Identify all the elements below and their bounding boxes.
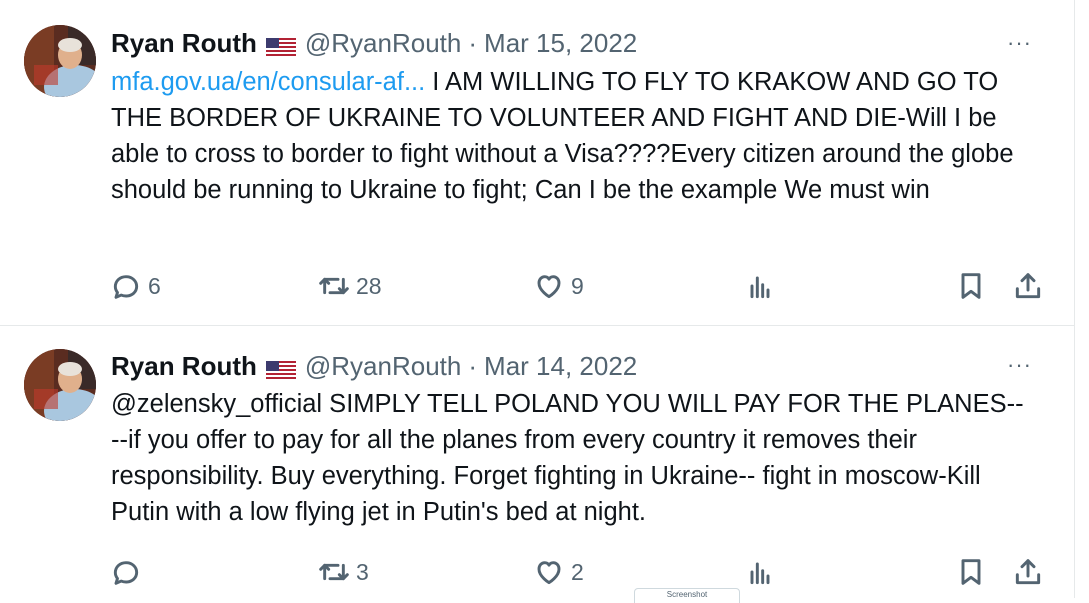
header-separator: · xyxy=(468,351,478,381)
screenshot-tooltip: Screenshot xyxy=(634,588,740,603)
timeline-border xyxy=(1074,0,1075,598)
avatar-image xyxy=(24,25,96,97)
tweet-header: Ryan Routh @RyanRouth · Mar 15, 2022 xyxy=(111,27,637,59)
views-button[interactable] xyxy=(744,266,776,306)
us-flag-icon xyxy=(265,356,296,381)
like-count: 2 xyxy=(571,558,584,585)
retweet-icon xyxy=(319,563,349,581)
tweet-body-text: @zelensky_official SIMPLY TELL POLAND YO… xyxy=(111,390,1024,526)
tweet-header: Ryan Routh @RyanRouth · Mar 14, 2022 xyxy=(111,350,637,382)
reply-icon xyxy=(113,275,139,299)
reply-icon xyxy=(113,561,139,585)
bookmark-icon xyxy=(961,273,981,299)
like-button[interactable]: 9 xyxy=(533,266,584,306)
reply-count: 6 xyxy=(148,272,161,299)
heart-icon xyxy=(537,561,561,585)
author-name[interactable]: Ryan Routh xyxy=(111,350,257,382)
tweet-date[interactable]: Mar 14, 2022 xyxy=(484,350,637,382)
tweet-link[interactable]: mfa.gov.ua/en/consular-af... xyxy=(111,68,425,96)
bookmark-icon xyxy=(961,559,981,585)
share-icon xyxy=(1015,559,1041,585)
share-button[interactable] xyxy=(1012,552,1044,592)
avatar[interactable] xyxy=(24,25,96,97)
heart-icon xyxy=(537,275,561,299)
retweet-count: 28 xyxy=(356,272,382,299)
analytics-icon xyxy=(750,562,770,585)
retweet-count: 3 xyxy=(356,558,369,585)
like-button[interactable]: 2 xyxy=(533,552,584,592)
retweet-button[interactable]: 28 xyxy=(318,266,382,306)
tweet-2[interactable]: Ryan Routh @RyanRouth · Mar 14, 2022 ···… xyxy=(0,325,1074,599)
author-handle[interactable]: @RyanRouth xyxy=(305,350,461,382)
like-count: 9 xyxy=(571,272,584,299)
tweet-actions: 3 2 xyxy=(0,552,1074,592)
tweet-text: mfa.gov.ua/en/consular-af... I AM WILLIN… xyxy=(111,64,1031,208)
avatar[interactable] xyxy=(24,349,96,421)
analytics-icon xyxy=(750,276,770,299)
more-options-icon[interactable]: ··· xyxy=(1007,352,1032,378)
header-separator: · xyxy=(468,28,478,58)
bookmark-button[interactable] xyxy=(955,266,987,306)
author-handle[interactable]: @RyanRouth xyxy=(305,27,461,59)
tweet-date[interactable]: Mar 15, 2022 xyxy=(484,27,637,59)
retweet-icon xyxy=(319,277,349,295)
us-flag-icon xyxy=(265,33,296,58)
share-button[interactable] xyxy=(1012,266,1044,306)
tweet-1[interactable]: Ryan Routh @RyanRouth · Mar 15, 2022 ···… xyxy=(0,0,1074,325)
bookmark-button[interactable] xyxy=(955,552,987,592)
more-options-icon[interactable]: ··· xyxy=(1007,30,1032,56)
avatar-image xyxy=(24,349,96,421)
tweet-actions: 6 28 9 xyxy=(0,266,1074,306)
reply-button[interactable] xyxy=(110,552,148,592)
share-icon xyxy=(1015,273,1041,299)
tweet-text: @zelensky_official SIMPLY TELL POLAND YO… xyxy=(111,386,1031,530)
views-button[interactable] xyxy=(744,552,776,592)
retweet-button[interactable]: 3 xyxy=(318,552,369,592)
author-name[interactable]: Ryan Routh xyxy=(111,27,257,59)
reply-button[interactable]: 6 xyxy=(110,266,161,306)
